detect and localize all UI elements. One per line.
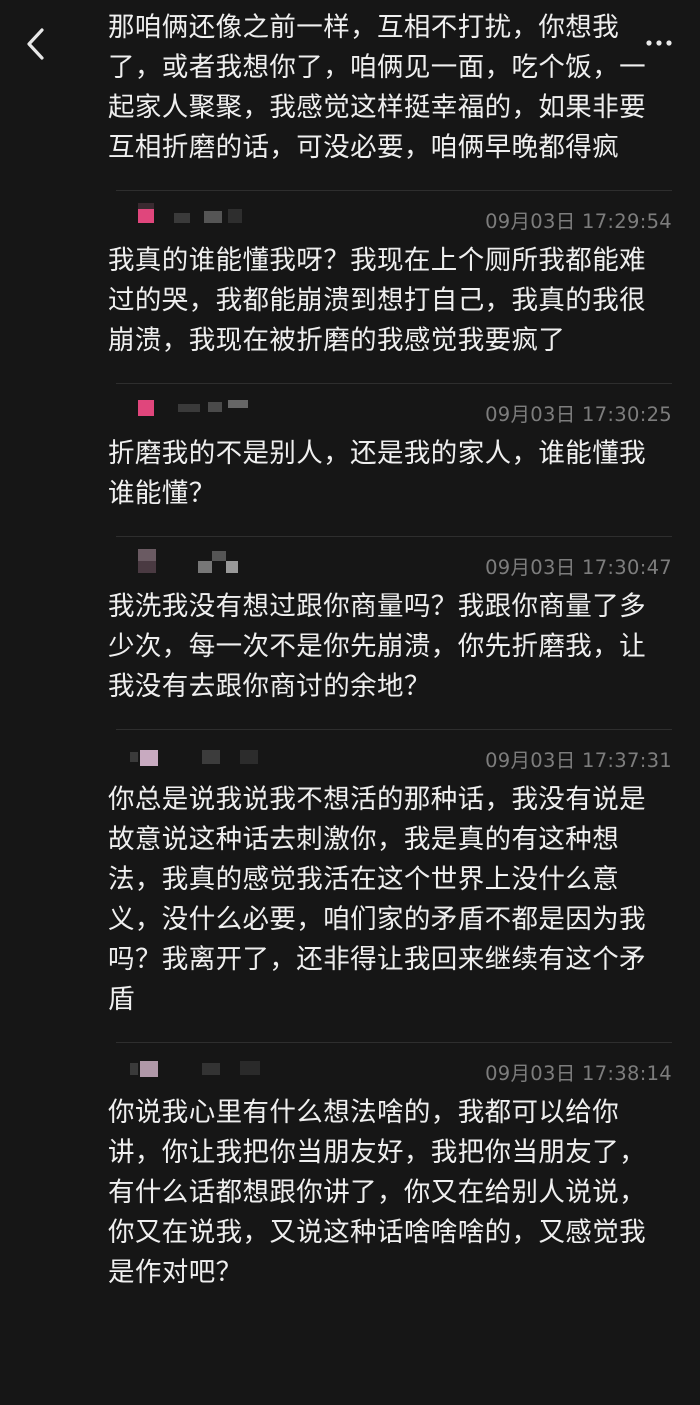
message-header: 09月03日 17:37:31	[108, 730, 672, 780]
sender-name-redacted	[128, 396, 288, 422]
message-item: 09月03日 17:30:47 我洗我没有想过跟你商量吗？我跟你商量了多少次，每…	[108, 536, 672, 729]
message-timestamp: 09月03日 17:38:14	[485, 1062, 672, 1085]
message-text: 我真的谁能懂我呀？我现在上个厕所我都能难过的哭，我都能崩溃到想打自己，我真的我很…	[108, 245, 646, 356]
message-item: 09月03日 17:30:25 折磨我的不是别人，还是我的家人，谁能懂我谁能懂？	[108, 383, 672, 536]
message-item: 09月03日 17:38:14 你说我心里有什么想法啥的，我都可以给你讲，你让我…	[108, 1042, 672, 1315]
message-timestamp: 09月03日 17:30:47	[485, 556, 672, 579]
message-text: 你说我心里有什么想法啥的，我都可以给你讲，你让我把你当朋友好，我把你当朋友了，有…	[108, 1097, 646, 1288]
sender-name-redacted	[128, 742, 288, 768]
message-text: 折磨我的不是别人，还是我的家人，谁能懂我谁能懂？	[108, 438, 646, 509]
message-timestamp: 09月03日 17:30:25	[485, 403, 672, 426]
message-timestamp: 09月03日 17:29:54	[485, 210, 672, 233]
message-timestamp: 09月03日 17:37:31	[485, 749, 672, 772]
sender-name-redacted	[128, 1055, 288, 1081]
sender-name-redacted	[128, 203, 288, 229]
message-text: 我洗我没有想过跟你商量吗？我跟你商量了多少次，每一次不是你先崩溃，你先折磨我，让…	[108, 591, 646, 702]
message-header: 09月03日 17:29:54	[108, 191, 672, 241]
sender-name-redacted	[128, 549, 288, 575]
message-item: 09月03日 17:37:31 你总是说我说我不想活的那种话，我没有说是故意说这…	[108, 729, 672, 1042]
message-text: 你总是说我说我不想活的那种话，我没有说是故意说这种话去刺激你，我是真的有这种想法…	[108, 784, 646, 1015]
message-header: 09月03日 17:38:14	[108, 1043, 672, 1093]
message-thread[interactable]: 那咱俩还像之前一样，互相不打扰，你想我了，或者我想你了，咱俩见一面，吃个饭，一起…	[0, 0, 700, 1315]
message-header: 09月03日 17:30:25	[108, 384, 672, 434]
message-item: 那咱俩还像之前一样，互相不打扰，你想我了，或者我想你了，咱俩见一面，吃个饭，一起…	[108, 0, 672, 190]
message-item: 09月03日 17:29:54 我真的谁能懂我呀？我现在上个厕所我都能难过的哭，…	[108, 190, 672, 383]
message-header: 09月03日 17:30:47	[108, 537, 672, 587]
message-text: 那咱俩还像之前一样，互相不打扰，你想我了，或者我想你了，咱俩见一面，吃个饭，一起…	[108, 12, 646, 163]
